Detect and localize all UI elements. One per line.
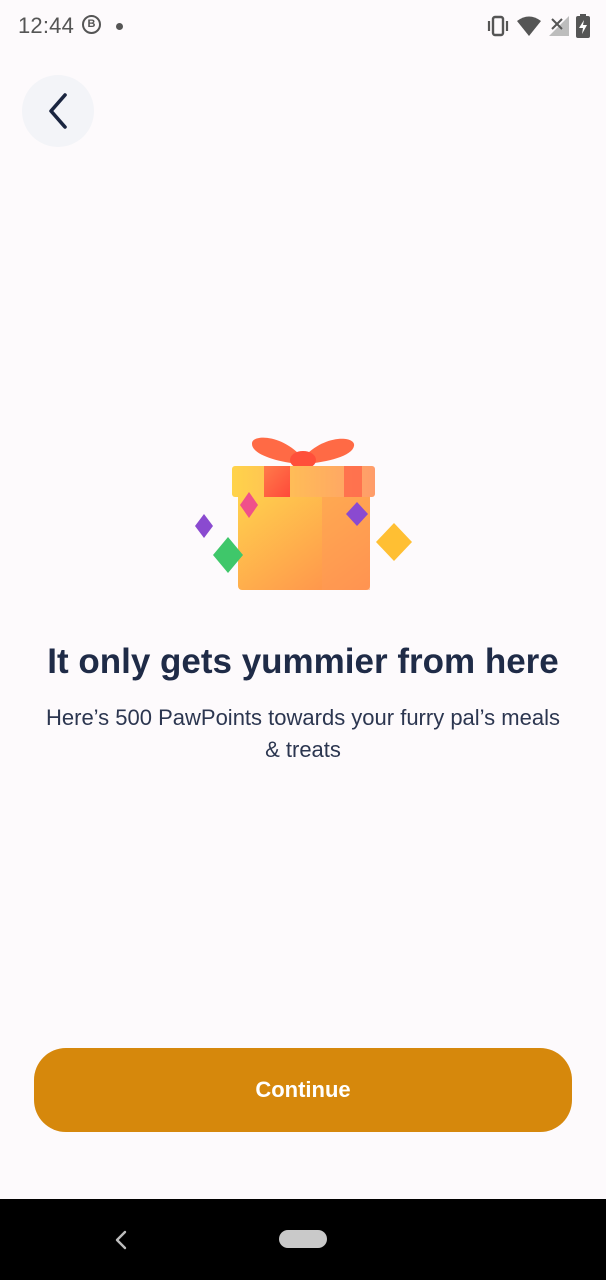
gift-box-icon (195, 437, 412, 590)
status-icons (486, 14, 590, 38)
notification-dot-icon (116, 23, 123, 30)
gift-illustration (186, 432, 420, 600)
reward-headline: It only gets yummier from here (47, 642, 559, 681)
nav-back-button[interactable] (106, 1225, 136, 1255)
vibrate-icon (487, 15, 509, 37)
battery-charging-icon (576, 14, 590, 38)
continue-button[interactable]: Continue (34, 1048, 572, 1132)
nav-back-icon (115, 1230, 127, 1250)
signal-off-icon (549, 16, 569, 36)
status-time: 12:44 (18, 13, 75, 38)
wifi-icon (517, 16, 541, 36)
nav-home-button[interactable] (279, 1230, 327, 1248)
system-nav-bar (0, 1199, 606, 1280)
chevron-left-icon (49, 93, 67, 129)
back-button[interactable] (22, 75, 94, 147)
status-bar: 12:44 B (0, 0, 606, 54)
reward-description: Here’s 500 PawPoints towards your furry … (46, 705, 560, 762)
b-badge-icon: B (82, 15, 101, 34)
